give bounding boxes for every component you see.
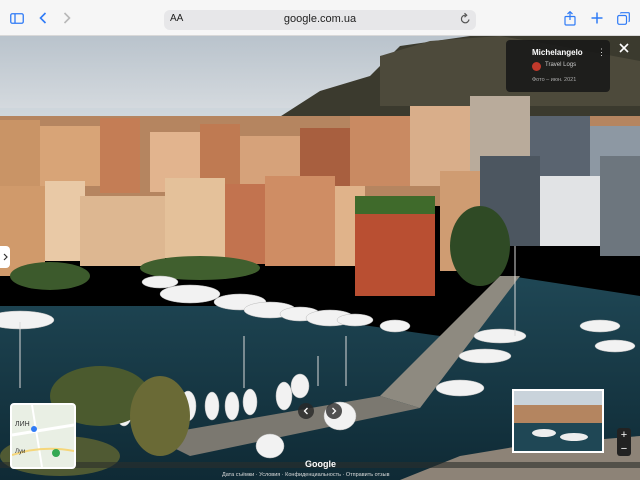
tabs-icon[interactable] <box>615 0 631 36</box>
map-label: ЛИН <box>15 421 30 428</box>
location-marker-icon <box>31 426 37 432</box>
avatar <box>532 62 541 71</box>
mini-map[interactable]: ЛИН Луи <box>10 403 76 469</box>
close-icon <box>619 43 629 53</box>
chevron-left-icon <box>39 12 47 24</box>
pan-right-button[interactable] <box>326 403 342 419</box>
zoom-in-button[interactable]: + <box>617 428 631 442</box>
zoom-control: + − <box>617 428 631 456</box>
chevron-right-icon <box>63 12 71 24</box>
reload-icon[interactable] <box>460 12 471 30</box>
photo-thumbnail[interactable] <box>512 389 604 453</box>
sidebar-icon[interactable] <box>8 0 26 36</box>
side-panel-handle[interactable] <box>0 246 10 268</box>
url-text: google.com.ua <box>283 13 357 25</box>
google-logo: Google <box>305 459 336 469</box>
photo-info-card[interactable]: Michelangelo ⋮ Travel Logs Фото – июн. 2… <box>506 40 610 92</box>
browser-toolbar: AA google.com.ua <box>0 0 640 36</box>
pan-left-button[interactable] <box>298 403 314 419</box>
photo-author[interactable]: Michelangelo <box>532 48 583 57</box>
share-icon[interactable] <box>562 0 578 36</box>
forward-button[interactable] <box>60 0 74 36</box>
photo-date: Фото – июн. 2021 <box>532 77 577 83</box>
kebab-menu-icon[interactable]: ⋮ <box>597 48 606 57</box>
chevron-right-icon <box>3 253 8 261</box>
plus-icon[interactable] <box>589 0 605 36</box>
photo-source[interactable]: Travel Logs <box>545 62 576 68</box>
footer-links[interactable]: Дата съёмки · Условия · Конфиденциальнос… <box>222 472 390 478</box>
zoom-out-button[interactable]: − <box>617 442 631 456</box>
chevron-left-icon <box>303 407 308 415</box>
map-label: Луи <box>15 449 26 455</box>
chevron-right-icon <box>332 407 337 415</box>
address-bar[interactable]: AA google.com.ua <box>164 10 476 30</box>
back-button[interactable] <box>36 0 50 36</box>
close-button[interactable] <box>616 40 632 56</box>
